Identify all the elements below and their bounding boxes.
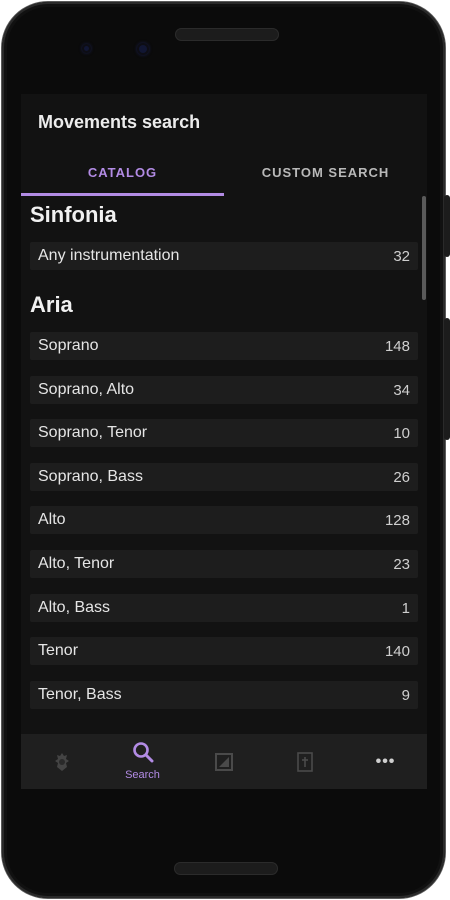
list-item-count: 1 bbox=[401, 600, 410, 617]
list-item[interactable]: Soprano, Bass 26 bbox=[30, 463, 418, 491]
app-bar: Movements search bbox=[21, 94, 427, 152]
list-item-label: Soprano bbox=[38, 337, 99, 354]
list-item-count: 26 bbox=[393, 469, 410, 486]
nav-item-cantata[interactable] bbox=[21, 734, 102, 789]
list-item-count: 148 bbox=[384, 338, 410, 355]
power-button bbox=[444, 195, 450, 257]
bottom-speaker bbox=[174, 862, 278, 875]
front-camera-icon bbox=[139, 45, 147, 53]
nav-item-search[interactable]: Search bbox=[102, 734, 183, 789]
list-item-label: Soprano, Alto bbox=[38, 381, 135, 398]
list-item-label: Alto, Tenor bbox=[38, 555, 115, 572]
earpiece-speaker bbox=[175, 28, 279, 41]
list-item[interactable]: Soprano 148 bbox=[30, 332, 418, 360]
score-icon bbox=[214, 752, 233, 771]
tab-bar: CATALOG CUSTOM SEARCH bbox=[21, 152, 427, 196]
tab-custom-search[interactable]: CUSTOM SEARCH bbox=[224, 152, 427, 196]
nav-item-more[interactable]: ••• bbox=[345, 734, 426, 789]
section-title-aria: Aria bbox=[30, 292, 73, 317]
list-item-label: Tenor bbox=[38, 642, 79, 659]
list-item-count: 23 bbox=[393, 556, 410, 573]
sensor-icon bbox=[84, 46, 89, 51]
more-icon: ••• bbox=[375, 752, 396, 770]
bottom-navigation: Search ••• bbox=[21, 734, 427, 789]
list-item[interactable]: Any instrumentation 32 bbox=[30, 242, 418, 270]
nav-item-bible[interactable] bbox=[264, 734, 345, 789]
list-item-count: 128 bbox=[384, 512, 410, 529]
list-item-label: Any instrumentation bbox=[38, 247, 180, 264]
list-item-count: 140 bbox=[384, 643, 410, 660]
list-item[interactable]: Tenor 140 bbox=[30, 637, 418, 665]
list-item-label: Soprano, Tenor bbox=[38, 424, 148, 441]
list-item[interactable]: Soprano, Alto 34 bbox=[30, 376, 418, 404]
list-item-label: Soprano, Bass bbox=[38, 468, 143, 485]
app-screen: Movements search CATALOG CUSTOM SEARCH S… bbox=[21, 94, 427, 789]
list-item[interactable]: Soprano, Tenor 10 bbox=[30, 419, 418, 447]
list-item-label: Alto, Bass bbox=[38, 599, 111, 616]
list-item-count: 34 bbox=[393, 382, 410, 399]
nav-item-score[interactable] bbox=[183, 734, 264, 789]
tab-catalog[interactable]: CATALOG bbox=[21, 152, 224, 196]
list-item-count: 10 bbox=[393, 425, 410, 442]
list-item-count: 9 bbox=[401, 687, 410, 704]
list-item-count: 32 bbox=[393, 248, 410, 265]
crest-icon bbox=[54, 752, 69, 771]
page-title: Movements search bbox=[38, 112, 201, 132]
list-item-label: Alto bbox=[38, 511, 66, 528]
volume-button bbox=[444, 318, 450, 440]
nav-label-search: Search bbox=[125, 769, 160, 781]
scrollbar-thumb[interactable] bbox=[422, 196, 426, 300]
list-item[interactable]: Alto, Bass 1 bbox=[30, 594, 418, 622]
section-title-sinfonia: Sinfonia bbox=[30, 202, 117, 227]
movements-list[interactable]: Sinfonia Any instrumentation 32 Aria Soprano… bbox=[21, 196, 427, 734]
list-item[interactable]: Alto 128 bbox=[30, 506, 418, 534]
list-item[interactable]: Alto, Tenor 23 bbox=[30, 550, 418, 578]
list-item[interactable]: Tenor, Bass 9 bbox=[30, 681, 418, 709]
list-item-label: Tenor, Bass bbox=[38, 686, 122, 703]
search-icon bbox=[132, 742, 153, 763]
cross-icon bbox=[296, 751, 313, 772]
